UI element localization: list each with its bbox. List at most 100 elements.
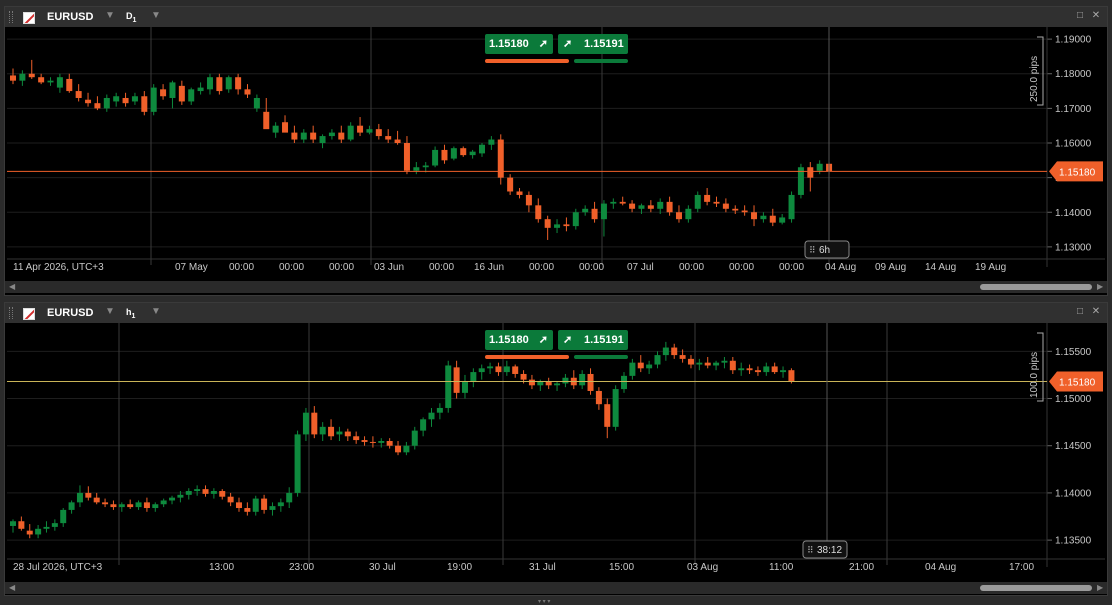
candle-body <box>503 366 510 373</box>
candle-body <box>10 521 16 526</box>
countdown-grip-icon: ⠿ <box>807 545 814 555</box>
chart-panel-hourly: EURUSD ▼ h1 ▼ □ ✕ 1.15500 1.15000 1.14500 1… <box>4 302 1108 596</box>
horizontal-scrollbar[interactable]: ◀ ▶ <box>5 582 1107 594</box>
buy-button[interactable]: ➚ 1.15191 <box>558 330 628 350</box>
candle-body <box>704 362 711 366</box>
price-tick-label: 1.14000 <box>1055 208 1092 219</box>
buy-indicator <box>574 59 628 63</box>
candle-body <box>461 381 468 393</box>
candle-body <box>361 440 368 442</box>
candle-body <box>206 77 213 90</box>
timeframe-label[interactable]: D1 <box>126 11 136 24</box>
candle-body <box>336 431 343 435</box>
timeframe-dropdown-icon[interactable]: ▼ <box>151 10 161 21</box>
scroll-thumb[interactable] <box>980 284 1092 290</box>
candle-body <box>277 502 284 507</box>
scroll-left-icon[interactable]: ◀ <box>9 282 15 291</box>
candle-body <box>591 208 598 220</box>
candle-body <box>202 489 209 494</box>
close-icon[interactable]: ✕ <box>1091 307 1101 317</box>
timeframe-dropdown-icon[interactable]: ▼ <box>151 306 161 317</box>
price-tick-label: 1.13000 <box>1055 242 1092 253</box>
candle-body <box>675 212 682 220</box>
candle-body <box>18 521 25 529</box>
time-tick-label: 11 Apr 2026, UTC+3 <box>13 262 104 273</box>
candle-body <box>43 526 50 529</box>
candle-body <box>369 441 376 443</box>
candle-body <box>479 144 485 154</box>
scroll-left-icon[interactable]: ◀ <box>9 583 15 592</box>
candle-body <box>453 367 460 393</box>
price-tick-label: 1.17000 <box>1055 104 1092 115</box>
maximize-icon[interactable]: □ <box>1075 11 1085 21</box>
timeframe-label[interactable]: h1 <box>126 307 135 320</box>
sell-button[interactable]: 1.15180 ➚ <box>485 34 553 54</box>
candle-body <box>253 97 260 109</box>
candle-body <box>272 125 279 133</box>
horizontal-scrollbar[interactable]: ◀ ▶ <box>5 281 1107 293</box>
candle-body <box>152 504 159 509</box>
candle-body <box>300 132 307 140</box>
sell-price: 1.15180 <box>489 38 529 50</box>
scroll-right-icon[interactable]: ▶ <box>1097 282 1103 291</box>
candle-body <box>353 436 360 441</box>
symbol-label[interactable]: EURUSD <box>47 307 93 319</box>
candle-body <box>638 205 645 209</box>
candle-body <box>244 508 251 512</box>
symbol-dropdown-icon[interactable]: ▼ <box>105 306 115 317</box>
candle-body <box>150 87 157 112</box>
candle-body <box>779 217 786 223</box>
maximize-icon[interactable]: □ <box>1075 307 1085 317</box>
drag-handle-icon[interactable] <box>9 307 13 319</box>
panel-resize-icon[interactable]: ▾ ▾ ▾ <box>538 598 550 605</box>
price-chart[interactable]: 1.190001.180001.170001.160001.150001.140… <box>7 27 1105 281</box>
candle-body <box>563 224 570 227</box>
range-label: 250.0 pips <box>1029 56 1040 102</box>
candle-body <box>646 364 653 369</box>
candle-body <box>666 201 673 213</box>
candle-body <box>470 372 477 382</box>
candle-body <box>338 132 345 140</box>
candle-body <box>197 87 204 92</box>
candle-body <box>516 191 523 195</box>
close-icon[interactable]: ✕ <box>1091 11 1101 21</box>
time-tick-label: 00:00 <box>729 262 754 273</box>
candle-body <box>219 491 226 497</box>
candle-body <box>528 379 535 386</box>
scroll-thumb[interactable] <box>980 585 1092 591</box>
candle-body <box>647 205 654 209</box>
candle-body <box>269 506 276 510</box>
time-tick-label: 13:00 <box>209 562 234 573</box>
candle-body <box>113 96 120 102</box>
candle-body <box>344 431 351 437</box>
countdown-label: 38:12 <box>817 545 842 556</box>
symbol-label[interactable]: EURUSD <box>47 11 93 23</box>
candle-body <box>535 205 542 220</box>
drag-handle-icon[interactable] <box>9 11 13 23</box>
sell-arrow-icon: ➚ <box>538 38 548 50</box>
panel-header: EURUSD ▼ D1 ▼ □ ✕ <box>5 7 1107 27</box>
symbol-dropdown-icon[interactable]: ▼ <box>105 10 115 21</box>
sell-arrow-icon: ➚ <box>538 334 548 346</box>
range-label: 100.0 pips <box>1029 352 1040 398</box>
candle-body <box>60 509 67 524</box>
candle-body <box>35 528 42 535</box>
candle-body <box>732 208 739 211</box>
time-tick-label: 03 Jun <box>374 262 404 273</box>
candle-body <box>763 366 770 373</box>
candle-body <box>66 78 73 92</box>
candle-body <box>432 149 439 166</box>
candle-body <box>19 73 26 81</box>
candle-body <box>328 426 335 437</box>
price-chart[interactable]: 1.15500 1.15000 1.14500 1.14000 1.13500 28 Ju… <box>7 323 1105 581</box>
buy-button[interactable]: ➚ 1.15191 <box>558 34 628 54</box>
candle-body <box>386 441 393 446</box>
current-price-label: 1.15180 <box>1059 378 1096 389</box>
sell-button[interactable]: 1.15180 ➚ <box>485 330 553 350</box>
candle-body <box>235 77 242 90</box>
time-tick-label: 21:00 <box>849 562 874 573</box>
candle-body <box>413 167 420 171</box>
scroll-right-icon[interactable]: ▶ <box>1097 583 1103 592</box>
candle-body <box>807 167 814 178</box>
time-tick-label: 28 Jul 2026, UTC+3 <box>13 562 103 573</box>
